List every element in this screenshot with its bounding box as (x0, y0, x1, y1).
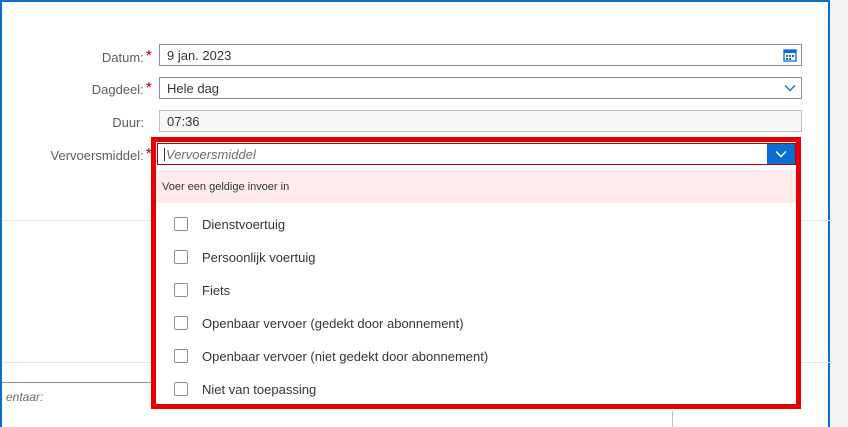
option-label: Persoonlijk voertuig (202, 249, 316, 265)
divider (797, 362, 830, 363)
dagdeel-select[interactable]: Hele dag (159, 77, 802, 99)
duur-label-text: Duur: (112, 114, 144, 130)
required-asterisk: * (145, 48, 152, 65)
checkbox[interactable] (174, 382, 188, 396)
list-item[interactable]: Openbaar vervoer (niet gedekt door abonn… (156, 342, 796, 370)
list-item[interactable]: Fiets (156, 276, 796, 304)
divider (2, 362, 152, 363)
option-label: Niet van toepassing (202, 381, 317, 397)
vervoersmiddel-label-text: Vervoersmiddel: (50, 147, 144, 163)
duur-field: 07:36 (159, 110, 802, 132)
option-label: Openbaar vervoer (niet gedekt door abonn… (202, 348, 489, 364)
checkbox[interactable] (174, 316, 188, 330)
checkbox[interactable] (174, 349, 188, 363)
text-caret (164, 147, 165, 161)
vervoersmiddel-input[interactable]: Vervoersmiddel (157, 143, 796, 165)
comment-label: entaar: (6, 390, 44, 404)
divider (797, 220, 830, 221)
vervoersmiddel-label: Vervoersmiddel: * (2, 144, 152, 166)
list-item[interactable]: Persoonlijk voertuig (156, 243, 796, 271)
checkbox[interactable] (174, 250, 188, 264)
option-label: Fiets (202, 282, 231, 298)
checkbox[interactable] (174, 217, 188, 231)
option-label: Dienstvoertuig (202, 216, 286, 232)
datum-label-text: Datum: (101, 49, 144, 65)
vervoersmiddel-dropdown: Vervoersmiddel Voer een geldige invoer i… (151, 137, 801, 409)
datum-label: Datum: * (2, 46, 152, 68)
list-item[interactable]: Niet van toepassing (156, 375, 796, 403)
divider (672, 411, 673, 427)
checkbox[interactable] (174, 283, 188, 297)
duur-value: 07:36 (167, 113, 200, 129)
option-label: Openbaar vervoer (gedekt door abonnement… (202, 315, 464, 331)
dagdeel-label-text: Dagdeel: (91, 81, 144, 97)
required-asterisk: * (145, 80, 152, 97)
dagdeel-label: Dagdeel: * (2, 78, 152, 100)
datum-field[interactable]: 9 jan. 2023 (159, 44, 802, 66)
chevron-down-icon[interactable] (767, 144, 795, 164)
vervoersmiddel-placeholder: Vervoersmiddel (166, 146, 256, 162)
duur-label: Duur: (2, 111, 152, 133)
list-item[interactable]: Dienstvoertuig (156, 210, 796, 238)
error-message: Voer een geldige invoer in (156, 170, 796, 203)
calendar-icon[interactable] (779, 45, 801, 65)
datum-value: 9 jan. 2023 (167, 47, 232, 63)
comment-box[interactable] (2, 382, 152, 427)
chevron-down-icon[interactable] (779, 78, 801, 98)
dagdeel-value: Hele dag (167, 80, 220, 96)
list-item[interactable]: Openbaar vervoer (gedekt door abonnement… (156, 309, 796, 337)
divider (2, 220, 152, 221)
